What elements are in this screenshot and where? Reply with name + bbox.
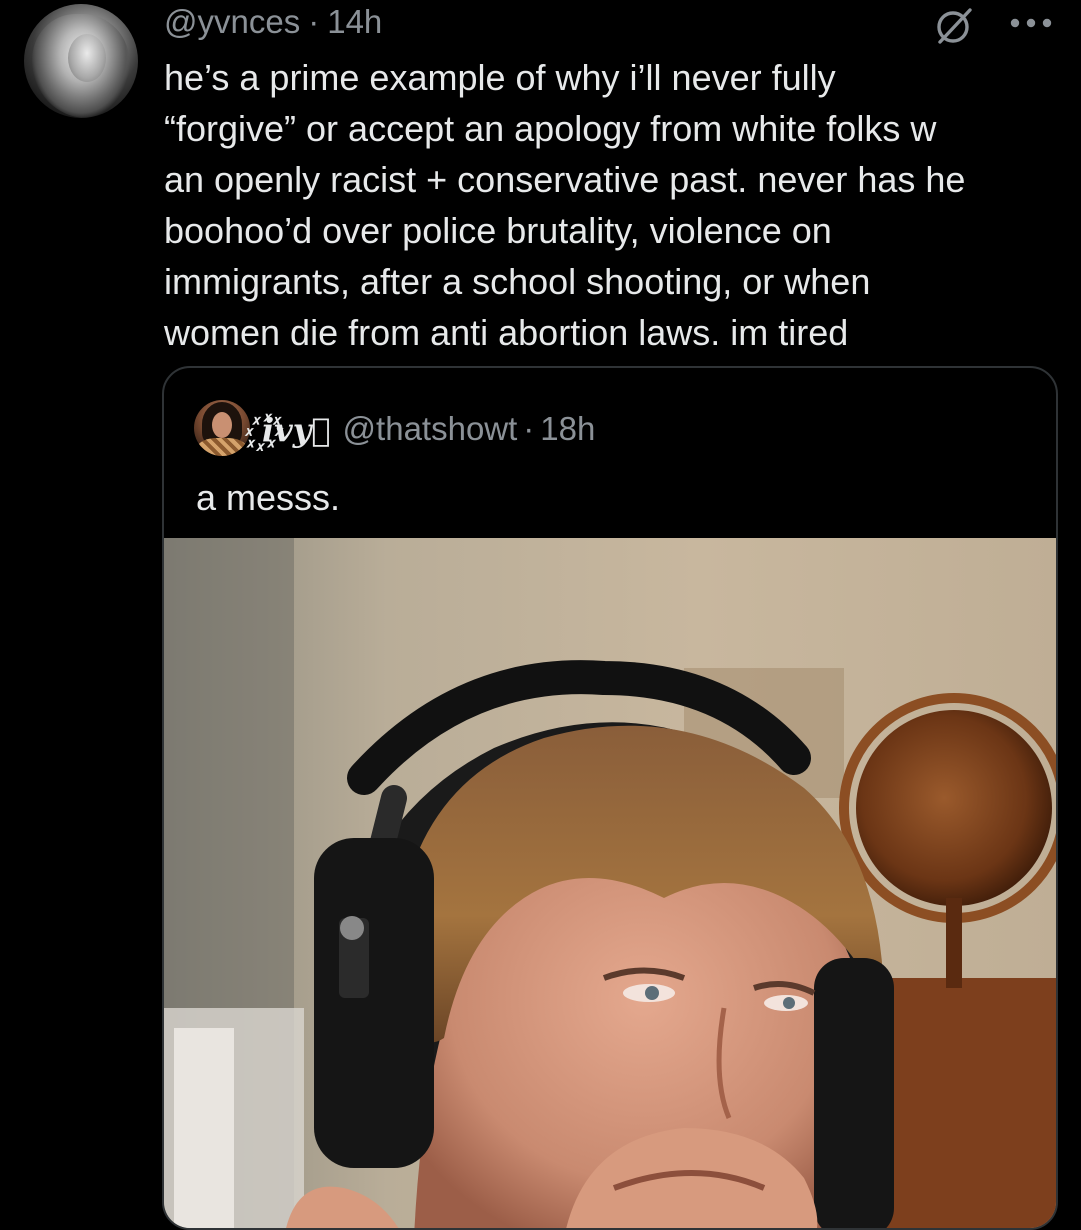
tweet-time[interactable]: 14h <box>327 3 382 41</box>
tweet-handle[interactable]: @yvnces <box>164 3 300 41</box>
quoted-avatar-shirt <box>198 438 246 456</box>
quoted-display-name[interactable]: ꙰𝒊𝒗𝒚꙰ <box>262 408 331 451</box>
quoted-time[interactable]: 18h <box>540 410 595 448</box>
tweet-header: @yvnces · 14h <box>164 0 382 44</box>
user-avatar[interactable] <box>24 4 138 118</box>
quoted-separator: · <box>523 410 535 447</box>
more-options-icon[interactable] <box>1006 8 1056 38</box>
photo-illustration <box>164 538 1056 1228</box>
quoted-user-avatar[interactable] <box>194 400 250 456</box>
quoted-handle[interactable]: @thatshowt <box>343 410 518 448</box>
grok-icon[interactable] <box>932 4 976 48</box>
tweet-text: he’s a prime example of why i’ll never f… <box>164 57 966 353</box>
quoted-avatar-face <box>212 412 232 438</box>
tweet-separator: · <box>308 3 320 40</box>
quoted-tweet-text: a messs. <box>196 477 341 518</box>
quoted-tweet-card[interactable]: ꙰𝒊𝒗𝒚꙰ @thatshowt · 18h a messs. <box>162 366 1058 1230</box>
quoted-media-photo[interactable] <box>164 538 1056 1228</box>
avatar-face <box>68 34 106 82</box>
quoted-tweet-header: ꙰𝒊𝒗𝒚꙰ @thatshowt · 18h <box>262 404 595 454</box>
